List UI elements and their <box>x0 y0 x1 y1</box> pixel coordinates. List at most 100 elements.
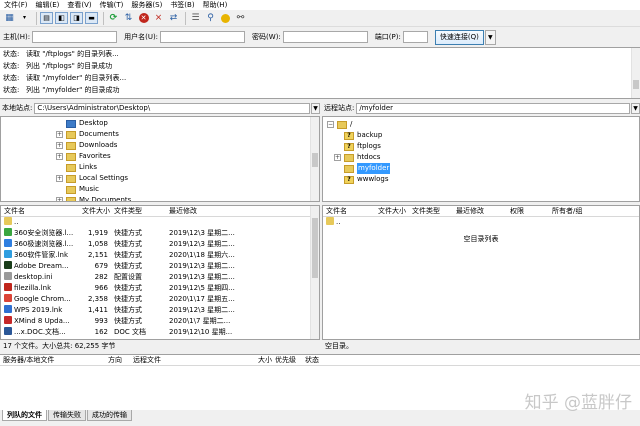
chevron-down-icon[interactable]: ▼ <box>631 102 640 114</box>
menu-bookmarks[interactable]: 书签(B) <box>166 0 198 10</box>
tree-node[interactable]: ? wwwlogs <box>323 174 639 185</box>
queue-col-direction[interactable]: 方向 <box>105 355 130 365</box>
remote-col-header[interactable]: 文件名 <box>323 206 375 216</box>
queue-col-remote[interactable]: 远程文件 <box>130 355 250 365</box>
menu-edit[interactable]: 编辑(E) <box>32 0 64 10</box>
log-scrollbar[interactable] <box>631 48 640 98</box>
quickconnect-button[interactable]: 快速连接(Q) <box>434 29 484 45</box>
refresh-icon[interactable]: ⟳ <box>107 12 120 24</box>
tree-node[interactable]: Music <box>1 184 319 195</box>
tab-queued-files[interactable]: 列队的文件 <box>2 410 47 421</box>
username-input[interactable] <box>160 31 246 43</box>
chevron-down-icon[interactable]: ▼ <box>484 29 496 45</box>
tree-node[interactable]: + Favorites <box>1 151 319 162</box>
table-row[interactable]: Adobe Dream... 679 快捷方式 2019\12\3 星期二... <box>1 261 319 272</box>
menu-server[interactable]: 服务器(S) <box>127 0 166 10</box>
local-path-input[interactable]: C:\Users\Administrator\Desktop\ <box>34 102 310 114</box>
toggle-queue-icon[interactable]: ▬ <box>85 12 98 24</box>
menu-file[interactable]: 文件(F) <box>0 0 32 10</box>
menu-help[interactable]: 帮助(H) <box>199 0 232 10</box>
toggle-log-icon[interactable]: ▤ <box>40 12 53 24</box>
local-col-header[interactable]: 文件类型 <box>111 206 166 216</box>
tree-node[interactable]: + Local Settings <box>1 173 319 184</box>
table-row[interactable]: XMind 8 Upda... 993 快捷方式 2020\1\7 星期二... <box>1 316 319 327</box>
remote-col-header[interactable]: 所有者/组 <box>549 206 609 216</box>
cancel-icon[interactable]: ✕ <box>137 12 150 24</box>
table-row[interactable]: 360软件管家.lnk 2,151 快捷方式 2020\1\18 星期六... <box>1 250 319 261</box>
expand-icon[interactable]: + <box>56 197 63 201</box>
tree-node[interactable]: + My Documents <box>1 195 319 201</box>
table-row[interactable]: Google Chrom... 2,358 快捷方式 2020\1\17 星期五... <box>1 294 319 305</box>
file-name-cell: Adobe Dream... <box>1 261 79 272</box>
local-list-scrollbar[interactable] <box>310 206 319 339</box>
tree-node[interactable]: myfolder <box>323 163 639 174</box>
search-icon[interactable]: ⚯ <box>234 12 247 24</box>
site-manager-icon[interactable]: ▦ <box>3 12 16 24</box>
menu-view[interactable]: 查看(V) <box>63 0 95 10</box>
local-col-header[interactable]: 文件大小 <box>79 206 111 216</box>
password-input[interactable] <box>282 31 368 43</box>
reconnect-icon[interactable]: ⇄ <box>167 12 180 24</box>
table-row[interactable]: desktop.ini 282 配置设置 2019\12\3 星期二... <box>1 272 319 283</box>
tree-node[interactable]: ? ftplogs <box>323 141 639 152</box>
sync-browse-icon[interactable] <box>219 12 232 24</box>
remote-col-header[interactable]: 最近修改 <box>453 206 507 216</box>
queue-col-server-local[interactable]: 服务器/本地文件 <box>0 355 105 365</box>
remote-col-header[interactable]: 文件类型 <box>409 206 453 216</box>
log-status-key: 状态: <box>3 74 20 82</box>
queue-col-priority[interactable]: 优先级 <box>272 355 302 365</box>
remote-col-header[interactable]: 文件大小 <box>375 206 409 216</box>
local-list-scrollbar-thumb[interactable] <box>312 218 318 278</box>
expand-icon[interactable]: + <box>56 175 63 182</box>
menu-transfer[interactable]: 传输(T) <box>96 0 128 10</box>
local-col-header[interactable]: 最近修改 <box>166 206 276 216</box>
tree-node[interactable]: − / <box>323 119 639 130</box>
table-row[interactable]: 360极速浏览器.l... 1,058 快捷方式 2019\12\3 星期二... <box>1 239 319 250</box>
tree-node[interactable]: + Downloads <box>1 140 319 151</box>
table-row[interactable]: WPS 2019.lnk 1,411 快捷方式 2019\12\3 星期二... <box>1 305 319 316</box>
list-item[interactable]: .. <box>323 217 639 228</box>
table-row[interactable]: filezilla.lnk 966 快捷方式 2019\12\5 星期四... <box>1 283 319 294</box>
tree-node[interactable]: ? backup <box>323 130 639 141</box>
local-tree-scrollbar-thumb[interactable] <box>312 153 318 167</box>
file-name-cell: ...x.DOC.文档... <box>1 327 79 338</box>
tab-failed-transfers[interactable]: 传输失败 <box>48 410 86 421</box>
expand-icon[interactable]: + <box>56 131 63 138</box>
expand-icon[interactable]: + <box>56 153 63 160</box>
remote-path-input[interactable]: /myfolder <box>356 102 630 114</box>
host-input[interactable] <box>32 31 118 43</box>
folder-icon <box>66 163 76 172</box>
disconnect-icon[interactable]: ⨯ <box>152 12 165 24</box>
tree-node[interactable]: + Documents <box>1 129 319 140</box>
file-type: 配置设置 <box>114 273 142 281</box>
toggle-local-tree-icon[interactable]: ◧ <box>55 12 68 24</box>
chevron-down-icon[interactable]: ▼ <box>311 102 320 114</box>
filter-icon[interactable]: ☰ <box>189 12 202 24</box>
tree-node[interactable]: + htdocs <box>323 152 639 163</box>
local-col-header[interactable]: 文件名 <box>1 206 79 216</box>
queue-col-size[interactable]: 大小 <box>250 355 272 365</box>
expand-icon[interactable]: + <box>334 154 341 161</box>
expand-icon[interactable]: + <box>56 142 63 149</box>
file-type <box>111 217 166 228</box>
port-input[interactable] <box>402 31 428 43</box>
compare-icon[interactable]: ⚲ <box>204 12 217 24</box>
local-tree-scrollbar[interactable] <box>310 117 319 201</box>
table-row[interactable]: .. <box>1 217 319 228</box>
remote-col-header[interactable]: 权限 <box>507 206 549 216</box>
expand-icon[interactable]: − <box>327 121 334 128</box>
file-type: 快捷方式 <box>114 251 142 259</box>
toggle-remote-tree-icon[interactable]: ◨ <box>70 12 83 24</box>
file-icon <box>4 261 12 269</box>
dropdown-arrow-icon[interactable]: ▾ <box>18 12 31 24</box>
table-row[interactable]: 360安全浏览器.l... 1,919 快捷方式 2019\12\3 星期二... <box>1 228 319 239</box>
file-icon <box>4 239 12 247</box>
table-row[interactable]: ...x.DOC.文档... 162 DOC 文档 2019\12\10 星期... <box>1 327 319 338</box>
folder-icon <box>66 130 76 139</box>
log-scrollbar-thumb[interactable] <box>633 80 639 89</box>
tree-node[interactable]: Desktop <box>1 118 319 129</box>
tab-successful-transfers[interactable]: 成功的传输 <box>87 410 132 421</box>
process-queue-icon[interactable]: ⇅ <box>122 12 135 24</box>
tree-node[interactable]: Links <box>1 162 319 173</box>
queue-col-status[interactable]: 状态 <box>302 355 342 365</box>
